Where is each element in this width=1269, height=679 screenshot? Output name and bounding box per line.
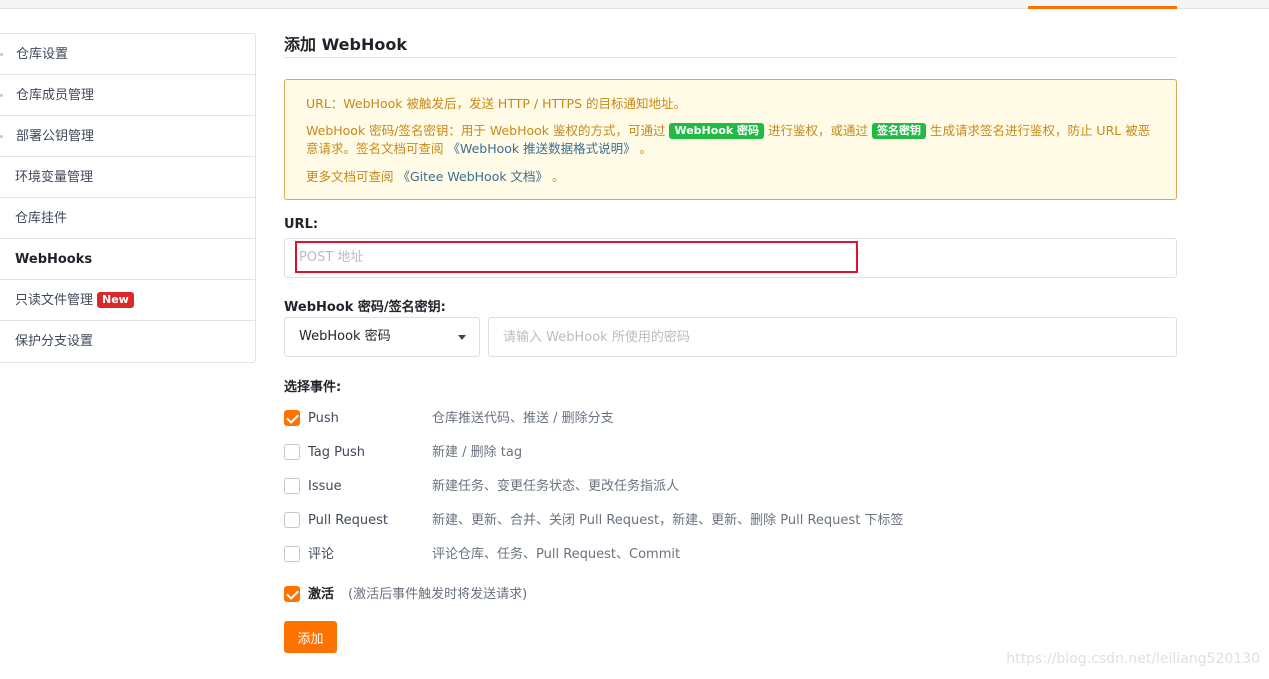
- url-label: URL:: [284, 217, 319, 232]
- event-name[interactable]: Push: [308, 410, 339, 427]
- add-webhook-button[interactable]: 添加: [284, 621, 337, 653]
- push-format-doc-link[interactable]: 《WebHook 推送数据格式说明》: [447, 141, 635, 156]
- sidebar-item-label: 仓库设置: [16, 47, 69, 62]
- event-pull-request-checkbox[interactable]: [284, 512, 300, 528]
- event-comment: 评论 评论仓库、任务、Pull Request、Commit: [284, 546, 1177, 564]
- notice-url-text: URL：WebHook 被触发后，发送 HTTP / HTTPS 的目标通知地址…: [306, 96, 686, 111]
- sidebar-item-label: 只读文件管理: [15, 293, 94, 308]
- sidebar-item-deploy-keys[interactable]: 部署公钥管理: [0, 116, 255, 157]
- event-desc: 评论仓库、任务、Pull Request、Commit: [432, 547, 681, 562]
- activate-checkbox[interactable]: [284, 586, 300, 602]
- info-notice: URL：WebHook 被触发后，发送 HTTP / HTTPS 的目标通知地址…: [284, 79, 1177, 200]
- sidebar-item-label: 仓库成员管理: [16, 88, 95, 103]
- secret-label: WebHook 密码/签名密钥:: [284, 300, 446, 315]
- title-divider: [284, 57, 1177, 58]
- settings-sidebar: 仓库设置 仓库成员管理 部署公钥管理 环境变量管理 仓库挂件 WebHooks …: [0, 33, 256, 363]
- event-issue-checkbox[interactable]: [284, 478, 300, 494]
- sidebar-item-repo-settings[interactable]: 仓库设置: [0, 34, 255, 75]
- sidebar-item-label: 保护分支设置: [15, 334, 94, 349]
- sidebar-item-webhooks[interactable]: WebHooks: [0, 239, 255, 280]
- sidebar-item-label: WebHooks: [15, 252, 93, 267]
- event-tag-push-checkbox[interactable]: [284, 444, 300, 460]
- event-push-checkbox[interactable]: [284, 410, 300, 426]
- event-desc: 新建 / 删除 tag: [432, 445, 523, 460]
- active-tab-indicator: [1028, 6, 1177, 9]
- event-pull-request: Pull Request 新建、更新、合并、关闭 Pull Request，新建…: [284, 512, 1177, 530]
- sidebar-item-widgets[interactable]: 仓库挂件: [0, 198, 255, 239]
- sidebar-item-label: 部署公钥管理: [16, 129, 95, 144]
- new-badge: New: [97, 292, 134, 308]
- webhook-password-chip: WebHook 密码: [669, 123, 765, 139]
- secret-type-select[interactable]: WebHook 密码: [284, 317, 480, 357]
- sidebar-item-readonly-files[interactable]: 只读文件管理 New: [0, 280, 255, 321]
- notice-more-docs-text: 更多文档可查阅 《Gitee WebHook 文档》 。: [306, 169, 565, 184]
- event-issue: Issue 新建任务、变更任务状态、更改任务指派人: [284, 478, 1177, 496]
- watermark: https://blog.csdn.net/leiliang520130: [1006, 651, 1260, 667]
- activate-hint: (激活后事件触发时将发送请求): [348, 587, 528, 602]
- event-desc: 新建、更新、合并、关闭 Pull Request，新建、更新、删除 Pull R…: [432, 513, 904, 528]
- event-name[interactable]: Pull Request: [308, 512, 388, 529]
- chevron-down-icon: [458, 335, 466, 340]
- activate-label[interactable]: 激活: [308, 586, 334, 603]
- notice-secret-text: WebHook 密码/签名密钥：用于 WebHook 鉴权的方式，可通过 Web…: [306, 123, 1151, 156]
- events-label: 选择事件:: [284, 380, 342, 395]
- gitee-webhook-doc-link[interactable]: 《Gitee WebHook 文档》: [397, 169, 548, 184]
- event-push: Push 仓库推送代码、推送 / 删除分支: [284, 410, 1177, 428]
- event-name[interactable]: 评论: [308, 546, 334, 563]
- event-name[interactable]: Issue: [308, 478, 342, 495]
- sidebar-item-env-vars[interactable]: 环境变量管理: [0, 157, 255, 198]
- secret-type-value: WebHook 密码: [299, 329, 391, 344]
- event-desc: 仓库推送代码、推送 / 删除分支: [432, 411, 614, 426]
- page-title: 添加 WebHook: [284, 35, 407, 54]
- sidebar-item-protected-branches[interactable]: 保护分支设置: [0, 321, 255, 362]
- event-tag-push: Tag Push 新建 / 删除 tag: [284, 444, 1177, 462]
- event-comment-checkbox[interactable]: [284, 546, 300, 562]
- event-name[interactable]: Tag Push: [308, 444, 365, 461]
- signature-key-chip: 签名密钥: [871, 123, 926, 139]
- event-desc: 新建任务、变更任务状态、更改任务指派人: [432, 479, 680, 494]
- sidebar-item-label: 仓库挂件: [15, 211, 68, 226]
- sidebar-item-members[interactable]: 仓库成员管理: [0, 75, 255, 116]
- sidebar-item-label: 环境变量管理: [15, 170, 94, 185]
- secret-input[interactable]: [488, 317, 1177, 357]
- url-input[interactable]: [295, 241, 858, 273]
